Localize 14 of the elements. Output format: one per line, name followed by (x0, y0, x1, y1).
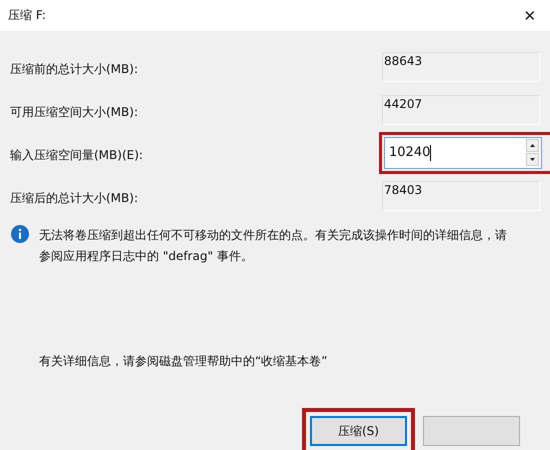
field-label: 压缩前的总计大小(MB): (10, 61, 138, 78)
info-text: 无法将卷压缩到超出任何不可移动的文件所在的点。有关完成该操作时间的详细信息，请参阅应用程序日志中的 "defrag" 事件。 (39, 227, 508, 265)
field-label: 压缩后的总计大小(MB): (10, 190, 138, 207)
readonly-field: 88643 (382, 52, 540, 82)
field-label: 输入压缩空间量(MB)(E): (10, 147, 143, 164)
window-title: 压缩 F: (8, 7, 46, 24)
readonly-field: 44207 (382, 94, 540, 124)
info-icon (11, 225, 29, 243)
shrink-button[interactable]: 压缩(S) (310, 416, 407, 446)
input-field[interactable]: 10240 (384, 136, 542, 168)
close-button[interactable]: ✕ (510, 0, 550, 31)
readonly-field: 78403 (382, 180, 540, 210)
field-label: 可用压缩空间大小(MB): (10, 104, 138, 121)
help-text: 有关详细信息，请参阅磁盘管理帮助中的“收缩基本卷” (38, 353, 328, 370)
